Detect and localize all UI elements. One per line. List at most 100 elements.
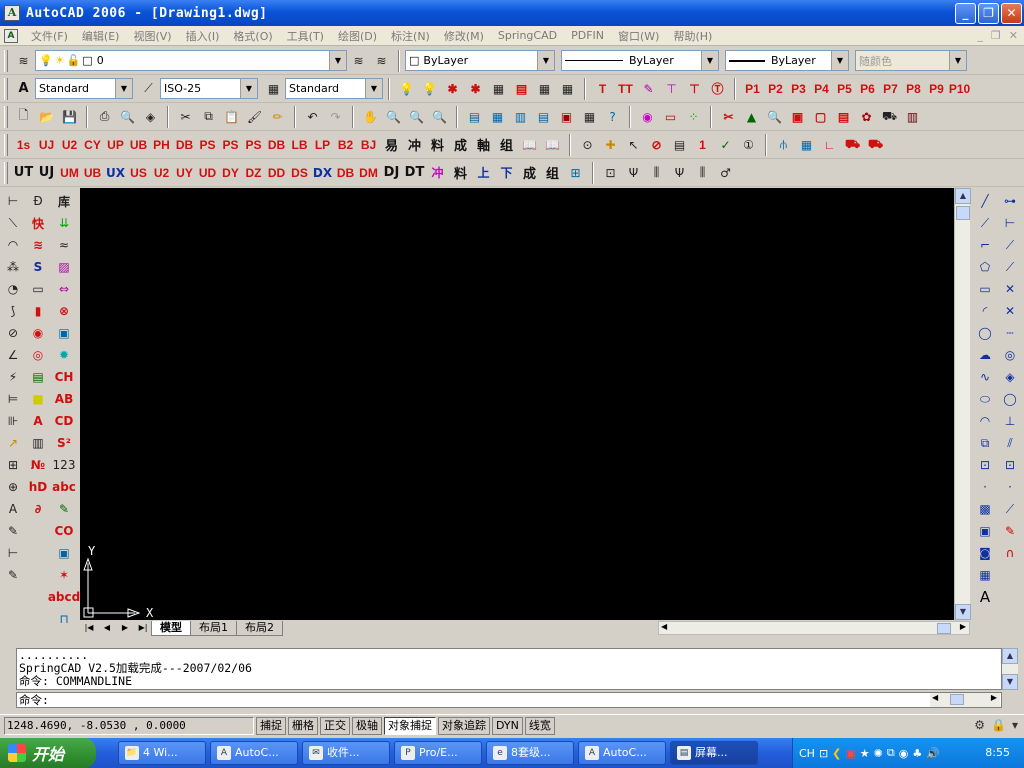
print-icon[interactable]: ⎙ — [93, 106, 116, 128]
spring-d-icon[interactable]: Ð — [27, 190, 49, 212]
snap-parallel-icon[interactable]: ⫽ — [999, 432, 1021, 454]
baseline-dim-icon[interactable]: ⊨ — [2, 388, 24, 410]
spring-ub-button[interactable]: UB — [127, 134, 150, 156]
spring-up-button[interactable]: UP — [104, 134, 127, 156]
snap-tangent-icon[interactable]: ◯ — [999, 388, 1021, 410]
spring-cy-button[interactable]: CY — [81, 134, 104, 156]
spring-s2-icon[interactable]: S² — [53, 432, 75, 454]
spring-u2-button[interactable]: U2 — [58, 134, 81, 156]
dim-update-icon[interactable]: ⊢ — [2, 542, 24, 564]
plot-p9-button[interactable]: P9 — [925, 78, 948, 100]
spring-abc-icon[interactable]: abc — [52, 476, 76, 498]
menu-dimension[interactable]: 标注(N) — [384, 28, 437, 44]
plot-p4-button[interactable]: P4 — [810, 78, 833, 100]
scroll-thumb[interactable] — [956, 206, 970, 220]
spring-abcd-icon[interactable]: abcd — [48, 586, 80, 608]
help-icon[interactable]: ? — [601, 106, 624, 128]
scroll-left-icon[interactable]: ◀ — [661, 622, 667, 631]
spring-uj2-button[interactable]: UJ — [35, 162, 58, 184]
spring-bj-button[interactable]: BJ — [357, 134, 380, 156]
spring-zhou-button[interactable]: 軸 — [472, 134, 495, 156]
ordinate-dim-icon[interactable]: ⁂ — [2, 256, 24, 278]
design-center-icon[interactable]: ▦ — [486, 106, 509, 128]
menu-view[interactable]: 视图(V) — [126, 28, 178, 44]
comm-center-icon[interactable]: ⚙ — [974, 718, 985, 732]
tab-last-icon[interactable]: ▶| — [134, 621, 152, 635]
snap-none-icon[interactable]: ✎ — [999, 520, 1021, 542]
clock[interactable]: 8:55 — [985, 746, 1010, 759]
spring-tree-icon[interactable]: ▲ — [740, 106, 763, 128]
lightbulb-icon[interactable]: 💡 — [395, 78, 418, 100]
block-editor-icon[interactable]: ✏ — [266, 106, 289, 128]
spring-lp-button[interactable]: LP — [311, 134, 334, 156]
drawing-canvas[interactable]: Y X — [80, 188, 954, 620]
spring-bolt-icon[interactable]: ⊗ — [53, 300, 75, 322]
osnap-settings-icon[interactable]: ∩ — [999, 542, 1021, 564]
spring-cylinder-icon[interactable]: ⊓ — [53, 608, 75, 630]
command-history[interactable]: .......... SpringCAD V2.5加载完成---2007/02/… — [16, 648, 1002, 690]
spring-co-icon[interactable]: CO — [53, 520, 75, 542]
spring-frame-blue-icon[interactable]: ▣ — [53, 542, 75, 564]
scroll-up-icon[interactable]: ▲ — [1002, 648, 1018, 664]
ime-help-icon[interactable]: ⊡ — [819, 747, 828, 760]
table-style-icon[interactable]: ▦ — [262, 78, 285, 100]
calculator-icon[interactable]: ▦ — [578, 106, 601, 128]
layer-grid2-icon[interactable]: ▦ — [556, 78, 579, 100]
command-input[interactable]: 命令: — [16, 692, 1002, 708]
chevron-down-icon[interactable]: ▼ — [365, 79, 382, 98]
taskbar-item-autocad-1[interactable]: A AutoC... — [210, 741, 298, 765]
match-properties-icon[interactable]: 🖌 — [243, 106, 266, 128]
spring-ku-icon[interactable]: 库 — [53, 190, 75, 212]
spring-um-button[interactable]: UM — [58, 162, 81, 184]
tolerance-icon[interactable]: ⊞ — [2, 454, 24, 476]
text-style-icon[interactable]: A — [12, 78, 35, 100]
network-icon[interactable]: ⧉ — [887, 746, 895, 760]
command-scrollbar[interactable]: ▲ ▼ — [1002, 648, 1018, 690]
spring-wave-icon[interactable]: ≈ — [53, 234, 75, 256]
spring-book2-icon[interactable]: 📖 — [541, 134, 564, 156]
redo-icon[interactable]: ↷ — [324, 106, 347, 128]
open-folder-icon[interactable]: 📂 — [35, 106, 58, 128]
undo-icon[interactable]: ↶ — [301, 106, 324, 128]
layer-all-off-icon[interactable]: ✱ — [464, 78, 487, 100]
text-circle-icon[interactable]: Ⓣ — [706, 78, 729, 100]
zoom-realtime-icon[interactable]: 🔍 — [382, 106, 405, 128]
snap-nearest-icon[interactable]: ⟋ — [999, 498, 1021, 520]
minimize-button[interactable]: _ — [955, 3, 976, 24]
spring-dj-button[interactable]: DJ — [380, 162, 403, 184]
lock-icon[interactable]: 🔒 — [991, 718, 1006, 732]
insert-block-icon[interactable]: ⧉ — [974, 432, 996, 454]
menu-pdfin[interactable]: PDFIN — [564, 29, 611, 42]
spring-ds-button[interactable]: DS — [288, 162, 311, 184]
polyline-icon[interactable]: ⌐ — [974, 234, 996, 256]
restore-button[interactable]: ❐ — [978, 3, 999, 24]
new-file-icon[interactable]: 🗋 — [12, 106, 35, 128]
text-tt-button[interactable]: TT — [614, 78, 637, 100]
tab-prev-icon[interactable]: ◀ — [98, 621, 116, 635]
spring-film-icon[interactable]: ▥ — [901, 106, 924, 128]
snap-midpoint-icon[interactable]: ⟋ — [999, 256, 1021, 278]
text-scale-icon[interactable]: ⊤ — [683, 78, 706, 100]
spring-dz-button[interactable]: DZ — [242, 162, 265, 184]
text-t-button[interactable]: T — [591, 78, 614, 100]
plot-p8-button[interactable]: P8 — [902, 78, 925, 100]
spring-angle-icon[interactable]: ∟ — [818, 134, 841, 156]
spring-bars-icon[interactable]: ⫼ — [645, 162, 668, 184]
lineweight-dropdown[interactable]: ByLayer ▼ — [725, 50, 849, 71]
hscroll-thumb[interactable] — [937, 623, 951, 634]
save-icon[interactable]: 💾 — [58, 106, 81, 128]
spring-zu-button[interactable]: 组 — [495, 134, 518, 156]
spring-rect-icon[interactable]: ▭ — [27, 278, 49, 300]
spring-table-icon[interactable]: ▦ — [795, 134, 818, 156]
spring-ps1-button[interactable]: PS — [196, 134, 219, 156]
region-icon[interactable]: ◙ — [974, 542, 996, 564]
acrobat-icon[interactable]: ▣ — [845, 747, 855, 760]
spring-ux-button[interactable]: UX — [104, 162, 127, 184]
taskbar-item-proe[interactable]: P Pro/E... — [394, 741, 482, 765]
title-bar[interactable]: A AutoCAD 2006 - [Drawing1.dwg] _ ❐ ✕ — [0, 0, 1024, 26]
quick-leader-icon[interactable]: ↗ — [2, 432, 24, 454]
command-horizontal-scrollbar[interactable]: ◀ ▶ — [930, 693, 1000, 707]
dim-edit-icon[interactable]: A — [2, 498, 24, 520]
make-object-layer-current-icon[interactable]: ≋ — [347, 50, 370, 72]
spring-arrow-box-icon[interactable]: ⇔ — [53, 278, 75, 300]
